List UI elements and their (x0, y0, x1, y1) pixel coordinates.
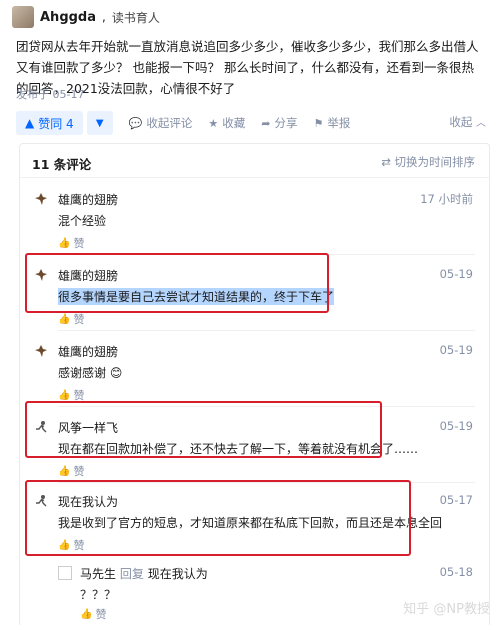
collapse-comments-button[interactable]: 💬 收起评论 (129, 115, 193, 131)
author-bio: 读书育人 (111, 10, 160, 25)
report-label: 举报 (327, 116, 351, 130)
chevron-up-icon: ︿ (476, 118, 486, 129)
comment-time: 17 小时前 (420, 192, 473, 206)
thumbs-up-icon: 👍 (58, 389, 71, 401)
eagle-avatar-icon[interactable] (34, 192, 48, 206)
comment-time: 05-17 (439, 493, 473, 507)
thumbs-up-icon: 👍 (58, 313, 71, 325)
report-button[interactable]: ⚑ 举报 (313, 115, 350, 131)
author-header: Ahggda, 读书育人 (12, 6, 160, 28)
watermark: 知乎 @NP教授 (403, 602, 490, 617)
answer-body: 团贷网从去年开始就一直放消息说追回多少多少，催收多少多少，我们那么多出借人又有谁… (16, 39, 479, 96)
reply-time: 05-18 (439, 565, 473, 579)
collapse-comments-label: 收起评论 (146, 116, 193, 130)
star-icon: ★ (208, 116, 219, 130)
eagle-avatar-icon[interactable] (34, 344, 48, 358)
share-button[interactable]: ➦ 分享 (261, 115, 297, 131)
author-separator: , (102, 10, 106, 24)
like-label: 赞 (73, 465, 85, 478)
vote-up-button[interactable]: ▲ 赞同 4 (16, 111, 83, 135)
comment-text: 感谢感谢 😊 (58, 364, 122, 381)
comment-icon: 💬 (128, 116, 143, 130)
comments-header: 11 条评论 ⇄ 切换为时间排序 (20, 144, 489, 178)
triangle-up-icon: ▲ (25, 116, 35, 130)
like-label: 赞 (95, 608, 107, 621)
comment-text-content: 感谢感谢 (58, 366, 107, 380)
smile-emoji-icon: 😊 (109, 366, 123, 380)
comment-like-button[interactable]: 👍 赞 (58, 311, 84, 327)
share-icon: ➦ (261, 116, 271, 130)
vote-up-label: 赞同 4 (38, 116, 74, 131)
thumbs-up-icon: 👍 (80, 608, 93, 620)
reply-author[interactable]: 马先生 (80, 567, 116, 581)
publish-time: 发布于 05-17 (16, 88, 85, 101)
comment-like-button[interactable]: 👍 赞 (58, 463, 84, 479)
comment-like-button[interactable]: 👍 赞 (58, 235, 84, 251)
comment-divider (58, 330, 475, 331)
annotation-box (25, 401, 382, 458)
comment-author[interactable]: 雄鹰的翅膀 (58, 191, 118, 208)
thumbs-up-icon: 👍 (58, 465, 71, 477)
swap-icon: ⇄ (381, 155, 391, 169)
annotation-box (25, 253, 329, 313)
comment-text: 混个经验 (58, 214, 107, 228)
vote-down-button[interactable]: ▼ (86, 111, 113, 135)
comment-author[interactable]: 雄鹰的翅膀 (58, 343, 118, 360)
flag-icon: ⚑ (313, 116, 324, 130)
triangle-down-icon: ▼ (95, 117, 104, 129)
like-label: 赞 (73, 237, 85, 250)
comment-count: 11 条评论 (32, 157, 92, 172)
reply-label: 回复 (119, 567, 144, 581)
sort-toggle-label: 切换为时间排序 (394, 155, 476, 169)
reply-target[interactable]: 现在我认为 (148, 567, 208, 581)
comment-time: 05-19 (439, 267, 473, 281)
share-label: 分享 (274, 116, 298, 130)
author-avatar[interactable] (12, 6, 34, 28)
comment-time: 05-19 (439, 343, 473, 357)
collapse-button[interactable]: 收起 ︿ (449, 114, 486, 130)
annotation-box (25, 480, 411, 556)
comment-time: 05-19 (439, 419, 473, 433)
collapse-label: 收起 (449, 115, 473, 129)
favorite-button[interactable]: ★ 收藏 (208, 115, 245, 131)
like-label: 赞 (73, 313, 85, 326)
favorite-label: 收藏 (222, 116, 246, 130)
sort-toggle[interactable]: ⇄ 切换为时间排序 (381, 154, 475, 170)
answer-action-bar: ▲ 赞同 4 ▼ 💬 收起评论 ★ 收藏 ➦ 分享 ⚑ 举报 收起 ︿ (16, 110, 486, 136)
thumbs-up-icon: 👍 (58, 237, 71, 249)
default-avatar-icon[interactable] (58, 566, 72, 580)
author-name[interactable]: Ahggda (40, 10, 96, 25)
reply-header: 马先生 回复 现在我认为 (80, 565, 208, 582)
reply-text: ？？？ (80, 588, 117, 602)
reply-like-button[interactable]: 👍 赞 (80, 606, 106, 622)
